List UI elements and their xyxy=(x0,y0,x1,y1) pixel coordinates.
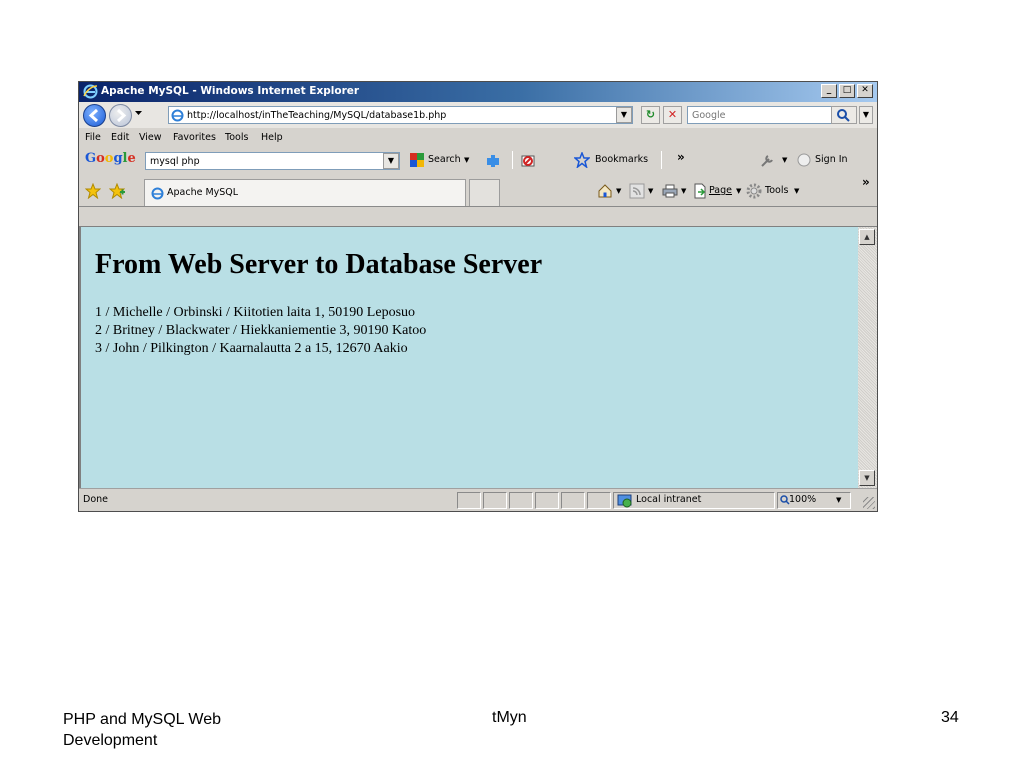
search-input[interactable] xyxy=(692,108,832,122)
menu-file[interactable]: File xyxy=(85,132,101,143)
page-dropdown-icon[interactable]: ▼ xyxy=(736,187,741,195)
status-panel xyxy=(483,492,507,509)
search-button[interactable] xyxy=(831,106,857,124)
feeds-dropdown-icon[interactable]: ▼ xyxy=(648,187,653,195)
page-content: From Web Server to Database Server 1 / M… xyxy=(79,226,858,488)
address-field[interactable]: ▼ xyxy=(168,106,633,124)
recent-pages-dropdown-icon[interactable] xyxy=(134,108,143,120)
resize-grip[interactable] xyxy=(863,497,875,509)
scroll-down-button[interactable]: ▼ xyxy=(859,470,875,486)
security-zone-label: Local intranet xyxy=(636,494,702,505)
google-search-field[interactable]: ▼ xyxy=(145,152,400,170)
page-menu-icon[interactable] xyxy=(693,183,707,202)
footer-author: tMyn xyxy=(492,709,527,726)
address-bar-row: ▼ ↻ ✕ ▼ xyxy=(79,102,877,128)
sign-in-button[interactable]: Sign In xyxy=(815,154,848,165)
status-panel xyxy=(457,492,481,509)
page-heading: From Web Server to Database Server xyxy=(95,249,543,280)
settings-dropdown-icon[interactable]: ▼ xyxy=(782,156,787,164)
record-list: 1 / Michelle / Orbinski / Kiitotien lait… xyxy=(95,304,426,358)
menu-bar: File Edit View Favorites Tools Help xyxy=(79,129,877,147)
google-search-icon[interactable] xyxy=(409,152,425,171)
minimize-button[interactable]: _ xyxy=(821,84,837,98)
home-dropdown-icon[interactable]: ▼ xyxy=(616,187,621,195)
window-title: Apache MySQL - Windows Internet Explorer xyxy=(101,85,360,97)
record-row: 1 / Michelle / Orbinski / Kiitotien lait… xyxy=(95,305,416,320)
status-panel xyxy=(535,492,559,509)
tools-gear-icon[interactable] xyxy=(746,183,762,202)
tools-dropdown-icon[interactable]: ▼ xyxy=(794,187,799,195)
popup-blocker-icon[interactable] xyxy=(520,153,536,172)
menu-favorites[interactable]: Favorites xyxy=(173,132,216,143)
google-search-button[interactable]: Search xyxy=(428,154,461,165)
status-panel xyxy=(561,492,585,509)
favorites-star-icon[interactable] xyxy=(84,182,102,202)
bookmarks-button[interactable]: Bookmarks xyxy=(595,154,648,165)
google-search-dropdown-icon[interactable]: ▼ xyxy=(383,153,399,169)
print-dropdown-icon[interactable]: ▼ xyxy=(681,187,686,195)
sign-in-icon[interactable] xyxy=(797,153,811,170)
menu-view[interactable]: View xyxy=(139,132,162,143)
close-button[interactable]: ✕ xyxy=(857,84,873,98)
zoom-level[interactable]: 100% xyxy=(789,494,816,505)
add-favorites-icon[interactable] xyxy=(108,182,126,202)
status-panel xyxy=(587,492,611,509)
tools-menu-button[interactable]: Tools xyxy=(765,185,788,196)
url-input[interactable] xyxy=(187,108,607,122)
page-menu-button[interactable]: Page xyxy=(709,185,732,196)
page-icon xyxy=(171,109,184,125)
bookmark-star-icon[interactable] xyxy=(573,150,591,171)
title-bar[interactable]: Apache MySQL - Windows Internet Explorer… xyxy=(79,82,877,102)
tab-label: Apache MySQL xyxy=(167,187,239,198)
record-row: 3 / John / Pilkington / Kaarnalautta 2 a… xyxy=(95,341,408,356)
status-bar: Done Local intranet 100% ▼ xyxy=(79,488,877,511)
more-chevron-icon[interactable]: » xyxy=(677,150,685,164)
intranet-globe-icon xyxy=(617,493,632,511)
forward-button[interactable] xyxy=(109,104,132,127)
stop-icon[interactable]: ✕ xyxy=(663,106,682,124)
search-box[interactable] xyxy=(687,106,837,124)
feeds-icon[interactable] xyxy=(629,183,645,202)
puzzle-icon[interactable] xyxy=(485,153,501,172)
print-icon[interactable] xyxy=(662,183,678,202)
record-row: 2 / Britney / Blackwater / Hiekkaniement… xyxy=(95,323,427,338)
google-toolbar: Google ▼ Search ▼ Bookmarks » ▼ Sign xyxy=(79,147,877,173)
search-dropdown-icon[interactable]: ▼ xyxy=(464,156,469,164)
footer-page-number: 34 xyxy=(941,709,959,726)
home-icon[interactable] xyxy=(597,183,613,202)
maximize-button[interactable]: □ xyxy=(839,84,855,98)
tab-apache-mysql[interactable]: Apache MySQL xyxy=(144,179,466,206)
address-dropdown-icon[interactable]: ▼ xyxy=(616,107,632,123)
ie-page-icon xyxy=(151,187,164,203)
google-logo: Google xyxy=(85,151,136,166)
menu-tools[interactable]: Tools xyxy=(225,132,248,143)
browser-window: Apache MySQL - Windows Internet Explorer… xyxy=(78,81,878,512)
wrench-icon[interactable] xyxy=(759,153,775,172)
tab-bar: Apache MySQL ▼ ▼ ▼ Page ▼ Tools ▼ » xyxy=(79,173,877,207)
menu-edit[interactable]: Edit xyxy=(111,132,129,143)
ie-logo-icon xyxy=(83,84,98,102)
zoom-dropdown-icon[interactable]: ▼ xyxy=(836,496,841,504)
back-button[interactable] xyxy=(83,104,106,127)
vertical-scrollbar[interactable]: ▲ ▼ xyxy=(858,226,877,488)
scroll-up-button[interactable]: ▲ xyxy=(859,229,875,245)
status-text: Done xyxy=(83,494,108,505)
status-panel xyxy=(509,492,533,509)
refresh-icon[interactable]: ↻ xyxy=(641,106,660,124)
toolbar-separator xyxy=(661,151,662,169)
more-commands-icon[interactable]: » xyxy=(862,175,870,189)
footer-course-title: PHP and MySQL Web Development xyxy=(63,711,221,749)
toolbar-separator xyxy=(512,151,513,169)
new-tab-button[interactable] xyxy=(469,179,500,206)
google-search-input[interactable] xyxy=(150,154,378,168)
menu-help[interactable]: Help xyxy=(261,132,283,143)
search-options-dropdown-icon[interactable]: ▼ xyxy=(859,106,873,124)
